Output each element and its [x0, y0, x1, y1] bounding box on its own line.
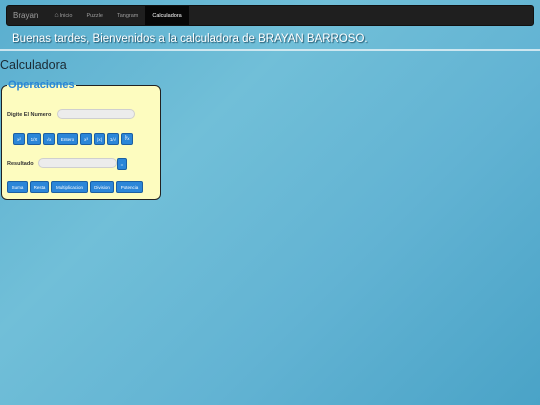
integer-button[interactable]: Entero: [57, 133, 78, 145]
nav-item-tangram[interactable]: Tangram: [110, 6, 145, 25]
subtract-button[interactable]: Resta: [30, 181, 49, 193]
panel-legend: Operaciones: [7, 79, 76, 91]
square-button[interactable]: x²: [13, 133, 25, 145]
power-button[interactable]: Potencia: [116, 181, 143, 193]
page-title: Calculadora: [0, 58, 67, 72]
reciprocal-button[interactable]: 1/X: [27, 133, 41, 145]
operations-panel: Operaciones Digite El Numero x² 1/X √x E…: [1, 79, 161, 200]
square-root-button[interactable]: √x: [43, 133, 55, 145]
navbar-brand[interactable]: Brayan: [13, 11, 38, 20]
divider: [0, 49, 540, 51]
top-navbar: Brayan ⌂ Inicio Puzzle Tangram Calculado…: [6, 5, 534, 26]
result-field[interactable]: [38, 158, 117, 168]
result-label: Resultado: [7, 161, 34, 167]
nav-item-calculadora[interactable]: Calculadora: [145, 6, 189, 25]
inverse-root-button[interactable]: 1/√: [107, 133, 119, 145]
cube-root-button[interactable]: ∛x: [121, 133, 133, 145]
number-label: Digite El Numero: [7, 112, 52, 118]
multiplication-button[interactable]: Multiplicacion: [51, 181, 88, 193]
absolute-button[interactable]: |x|: [94, 133, 105, 145]
cube-button[interactable]: x³: [80, 133, 92, 145]
welcome-message: Buenas tardes, Bienvenidos a la calculad…: [12, 33, 368, 45]
number-input[interactable]: [57, 109, 135, 119]
home-icon: ⌂: [54, 12, 59, 19]
nav-item-label: Inicio: [59, 12, 73, 19]
nav-item-puzzle[interactable]: Puzzle: [79, 6, 110, 25]
division-button[interactable]: Division: [90, 181, 114, 193]
sum-button[interactable]: Suma: [7, 181, 28, 193]
equals-button[interactable]: =: [117, 158, 127, 170]
nav-item-inicio[interactable]: ⌂ Inicio: [47, 6, 79, 25]
